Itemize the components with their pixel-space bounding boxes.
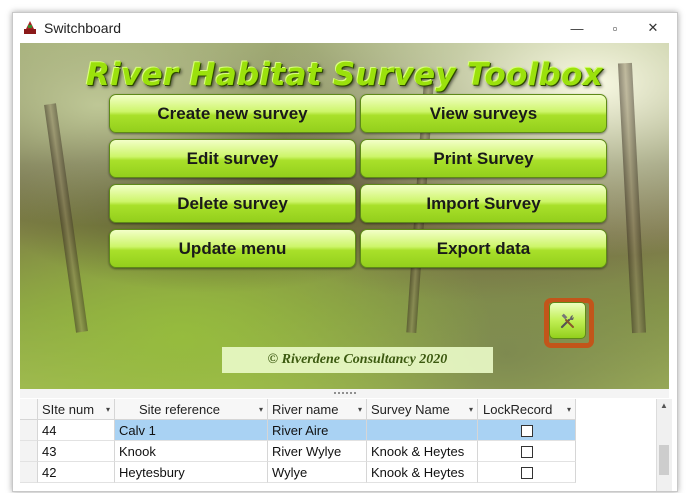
- datasheet-vertical-scrollbar[interactable]: ▲: [656, 399, 672, 491]
- chevron-down-icon: ▾: [258, 405, 263, 414]
- column-header-label: River name: [272, 402, 339, 417]
- cell-site-reference[interactable]: Calv 1: [115, 420, 268, 441]
- create-new-survey-button[interactable]: Create new survey: [109, 94, 356, 133]
- cell-river-name[interactable]: River Aire: [268, 420, 367, 441]
- cell-lock-record[interactable]: [478, 441, 576, 462]
- column-header-site-num[interactable]: SIte num ▾: [38, 399, 115, 420]
- view-surveys-button[interactable]: View surveys: [360, 94, 607, 133]
- lock-record-checkbox[interactable]: [520, 467, 533, 479]
- switchboard-form: River Habitat Survey Toolbox Create new …: [20, 43, 669, 389]
- background-tree-trunk: [44, 103, 88, 333]
- cell-lock-record[interactable]: [478, 462, 576, 483]
- minimize-button[interactable]: —: [563, 17, 591, 39]
- chevron-down-icon: ▾: [468, 405, 473, 414]
- row-selector[interactable]: [20, 420, 38, 441]
- column-header-site-reference[interactable]: Site reference ▾: [115, 399, 268, 420]
- tools-icon: [560, 313, 574, 328]
- scroll-up-icon[interactable]: ▲: [660, 401, 668, 410]
- column-header-survey-name[interactable]: Survey Name ▾: [367, 399, 478, 420]
- row-selector[interactable]: [20, 462, 38, 483]
- column-header-label: LockRecord: [483, 402, 553, 417]
- cell-site-reference[interactable]: Heytesbury: [115, 462, 268, 483]
- background-tree-trunk: [617, 62, 647, 334]
- row-selector[interactable]: [20, 441, 38, 462]
- app-heading: River Habitat Survey Toolbox: [85, 57, 603, 93]
- splitter-grip-icon: [333, 391, 357, 395]
- sort-ascending-icon: ▾: [105, 405, 110, 414]
- import-survey-button[interactable]: Import Survey: [360, 184, 607, 223]
- delete-survey-button[interactable]: Delete survey: [109, 184, 356, 223]
- export-data-button[interactable]: Export data: [360, 229, 607, 268]
- lock-record-checkbox[interactable]: [520, 446, 533, 458]
- cell-site-num[interactable]: 42: [38, 462, 115, 483]
- form-splitter[interactable]: [20, 389, 669, 398]
- cell-survey-name[interactable]: Knook & Heytes: [367, 462, 478, 483]
- print-survey-button[interactable]: Print Survey: [360, 139, 607, 178]
- restore-icon: ▫: [612, 20, 618, 36]
- column-header-label: Site reference: [139, 402, 220, 417]
- cell-site-num[interactable]: 43: [38, 441, 115, 462]
- chevron-down-icon: ▾: [357, 405, 362, 414]
- column-header-river-name[interactable]: River name ▾: [268, 399, 367, 420]
- tools-button[interactable]: [549, 302, 586, 339]
- cell-site-num[interactable]: 44: [38, 420, 115, 441]
- scrollbar-thumb[interactable]: [659, 445, 669, 475]
- cell-river-name[interactable]: River Wylye: [268, 441, 367, 462]
- surveys-datasheet: SIte num ▾ Site reference ▾ River name ▾ Su…: [20, 399, 656, 491]
- title-bar: Switchboard — ▫ ✕: [13, 13, 677, 43]
- column-header-lock-record[interactable]: LockRecord ▾: [478, 399, 576, 420]
- cell-survey-name[interactable]: [367, 420, 478, 441]
- column-header-label: SIte num: [42, 402, 95, 417]
- edit-survey-button[interactable]: Edit survey: [109, 139, 356, 178]
- lock-record-checkbox[interactable]: [520, 425, 533, 437]
- close-icon: ✕: [647, 20, 659, 35]
- switchboard-window: Switchboard — ▫ ✕ River Habitat Survey T…: [12, 12, 678, 492]
- cell-river-name[interactable]: Wylye: [268, 462, 367, 483]
- close-button[interactable]: ✕: [639, 17, 667, 39]
- column-header-label: Survey Name: [371, 402, 450, 417]
- cell-lock-record[interactable]: [478, 420, 576, 441]
- minimize-icon: —: [570, 20, 584, 36]
- chevron-down-icon: ▾: [566, 405, 571, 414]
- select-all-corner[interactable]: [20, 399, 38, 420]
- window-title: Switchboard: [44, 20, 122, 36]
- cell-survey-name[interactable]: Knook & Heytes: [367, 441, 478, 462]
- access-app-icon: [24, 21, 36, 34]
- cell-site-reference[interactable]: Knook: [115, 441, 268, 462]
- copyright-label: © Riverdene Consultancy 2020: [222, 347, 493, 373]
- restore-button[interactable]: ▫: [601, 17, 629, 39]
- update-menu-button[interactable]: Update menu: [109, 229, 356, 268]
